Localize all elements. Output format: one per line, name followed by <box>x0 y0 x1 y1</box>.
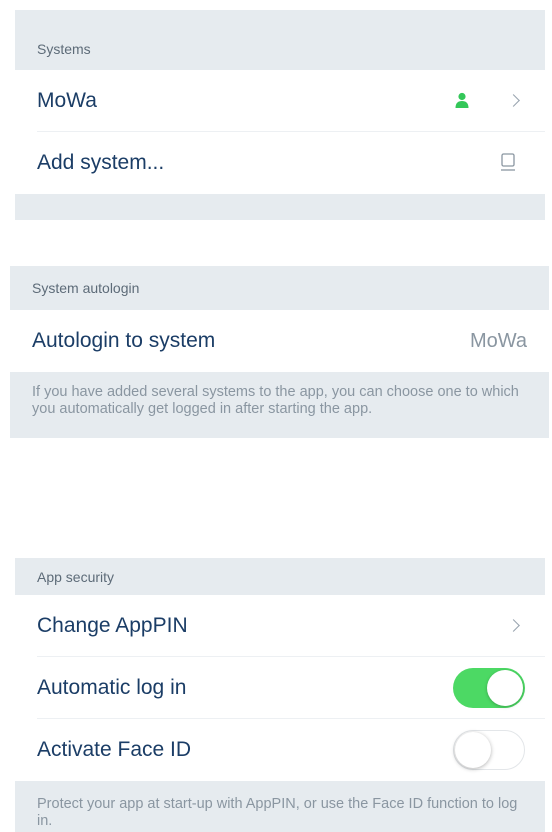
system-label: MoWa <box>37 89 97 112</box>
app-security-header-label: App security <box>37 568 115 585</box>
add-system-row[interactable]: Add system... <box>15 132 545 194</box>
app-security-footer: Protect your app at start-up with AppPIN… <box>15 781 545 832</box>
systems-header: Systems <box>15 10 545 70</box>
auto-login-row: Automatic log in <box>15 657 545 719</box>
chevron-right-icon <box>507 94 520 107</box>
autologin-footer: If you have added several systems to the… <box>10 372 549 438</box>
toggle-knob <box>487 670 523 706</box>
system-row-mowa[interactable]: MoWa <box>15 70 545 132</box>
autologin-row[interactable]: Autologin to system MoWa <box>10 310 549 372</box>
app-security-section: App security Change AppPIN Automatic log… <box>15 558 545 832</box>
user-icon <box>455 92 469 108</box>
autologin-header: System autologin <box>10 266 549 310</box>
face-id-row: Activate Face ID <box>15 719 545 781</box>
toggle-knob <box>455 732 491 768</box>
change-pin-label: Change AppPIN <box>37 614 188 637</box>
add-system-label: Add system... <box>37 151 165 174</box>
systems-header-label: Systems <box>37 41 91 57</box>
face-id-toggle[interactable] <box>453 730 525 770</box>
app-security-header: App security <box>15 558 545 595</box>
chevron-right-icon <box>507 619 520 632</box>
auto-login-label: Automatic log in <box>37 676 187 699</box>
autologin-value: MoWa <box>469 329 527 352</box>
change-pin-row[interactable]: Change AppPIN <box>15 595 545 657</box>
qr-scanner-icon <box>501 153 515 171</box>
systems-section: Systems MoWa Add system... <box>15 10 545 220</box>
face-id-label: Activate Face ID <box>37 738 192 761</box>
autologin-label: Autologin to system <box>32 329 216 352</box>
auto-login-toggle[interactable] <box>453 668 525 708</box>
autologin-header-label: System autologin <box>32 280 140 296</box>
autologin-section: System autologin Autologin to system MoW… <box>10 266 549 438</box>
